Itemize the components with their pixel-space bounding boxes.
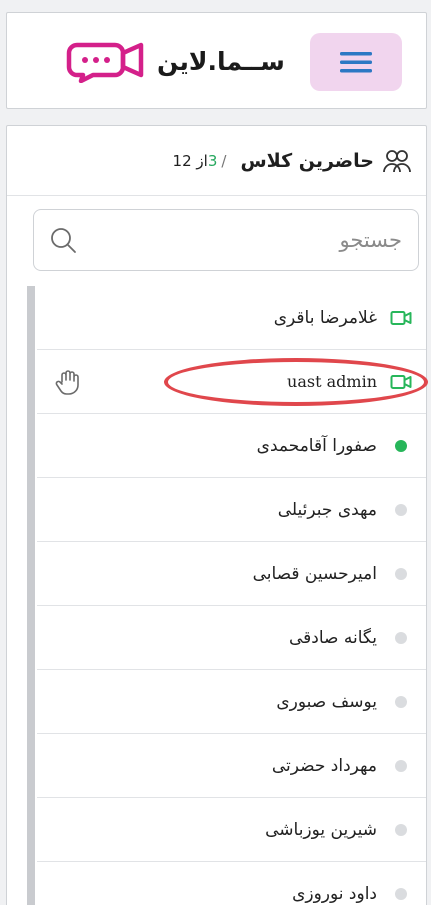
search-input[interactable]	[78, 227, 404, 253]
chat-camera-icon	[66, 42, 144, 83]
status-dot	[395, 823, 407, 836]
hamburger-icon	[340, 52, 372, 73]
participant-name: مهرداد حضرتی	[271, 755, 377, 776]
status-dot	[395, 503, 407, 516]
search-icon[interactable]	[48, 225, 78, 255]
participant-row[interactable]: uast admin	[37, 350, 426, 414]
status-dot	[395, 631, 407, 644]
app-header: ســما.لاین	[6, 12, 427, 109]
participant-list: غلامرضا باقری uast admin صفورا آقامحمدی مهد…	[37, 286, 426, 905]
participant-count: /3از 12	[173, 152, 231, 170]
participant-name: یوسف صبوری	[276, 691, 377, 712]
panel-header: حاضرین کلاس /3از 12	[7, 126, 426, 196]
participant-row[interactable]: یگانه صادقی	[37, 606, 426, 670]
brand-name: ســما.لاین	[157, 46, 285, 76]
participant-name: صفورا آقامحمدی	[256, 435, 377, 456]
raised-hand-icon[interactable]	[55, 368, 81, 396]
offline-dot-icon	[389, 692, 413, 712]
offline-dot-icon	[389, 500, 413, 520]
online-dot-icon	[389, 436, 413, 456]
camera-icon	[389, 372, 413, 392]
participant-row[interactable]: امیرحسین قصابی	[37, 542, 426, 606]
participant-name: امیرحسین قصابی	[252, 563, 377, 584]
offline-dot-icon	[389, 564, 413, 584]
offline-dot-icon	[389, 756, 413, 776]
participant-row[interactable]: صفورا آقامحمدی	[37, 414, 426, 478]
participants-panel: حاضرین کلاس /3از 12 غلامرضا باقری uast ad…	[6, 125, 427, 905]
participant-row[interactable]: مهرداد حضرتی	[37, 734, 426, 798]
participant-row[interactable]: یوسف صبوری	[37, 670, 426, 734]
camera-icon	[389, 308, 413, 328]
participant-row[interactable]: غلامرضا باقری	[37, 286, 426, 350]
brand-logo[interactable]: ســما.لاین	[65, 37, 305, 85]
participant-row[interactable]: داود نوروزی	[37, 862, 426, 905]
count-separator: /	[221, 151, 227, 170]
menu-button[interactable]	[310, 33, 402, 91]
status-dot	[395, 887, 407, 900]
app-root: ســما.لاین حاضرین کلاس /3از 12 جستجو غلا…	[0, 0, 431, 905]
offline-dot-icon	[389, 884, 413, 904]
search-box[interactable]	[33, 209, 419, 271]
scrollbar[interactable]	[27, 286, 35, 905]
offline-dot-icon	[389, 820, 413, 840]
people-icon	[383, 149, 411, 172]
count-present: 3	[207, 151, 218, 170]
status-dot	[395, 439, 407, 452]
participant-row[interactable]: مهدی جبرئیلی	[37, 478, 426, 542]
participant-row[interactable]: شیرین یوزباشی	[37, 798, 426, 862]
participant-name: شیرین یوزباشی	[265, 819, 377, 840]
panel-title: حاضرین کلاس	[240, 149, 374, 172]
participant-name: داود نوروزی	[292, 883, 377, 904]
count-total: از 12	[172, 151, 208, 170]
participant-name: غلامرضا باقری	[273, 307, 377, 328]
participant-name: مهدی جبرئیلی	[277, 499, 377, 520]
participant-name: uast admin	[287, 372, 377, 391]
participant-name: یگانه صادقی	[288, 627, 377, 648]
status-dot	[395, 567, 407, 580]
offline-dot-icon	[389, 628, 413, 648]
status-dot	[395, 759, 407, 772]
status-dot	[395, 695, 407, 708]
